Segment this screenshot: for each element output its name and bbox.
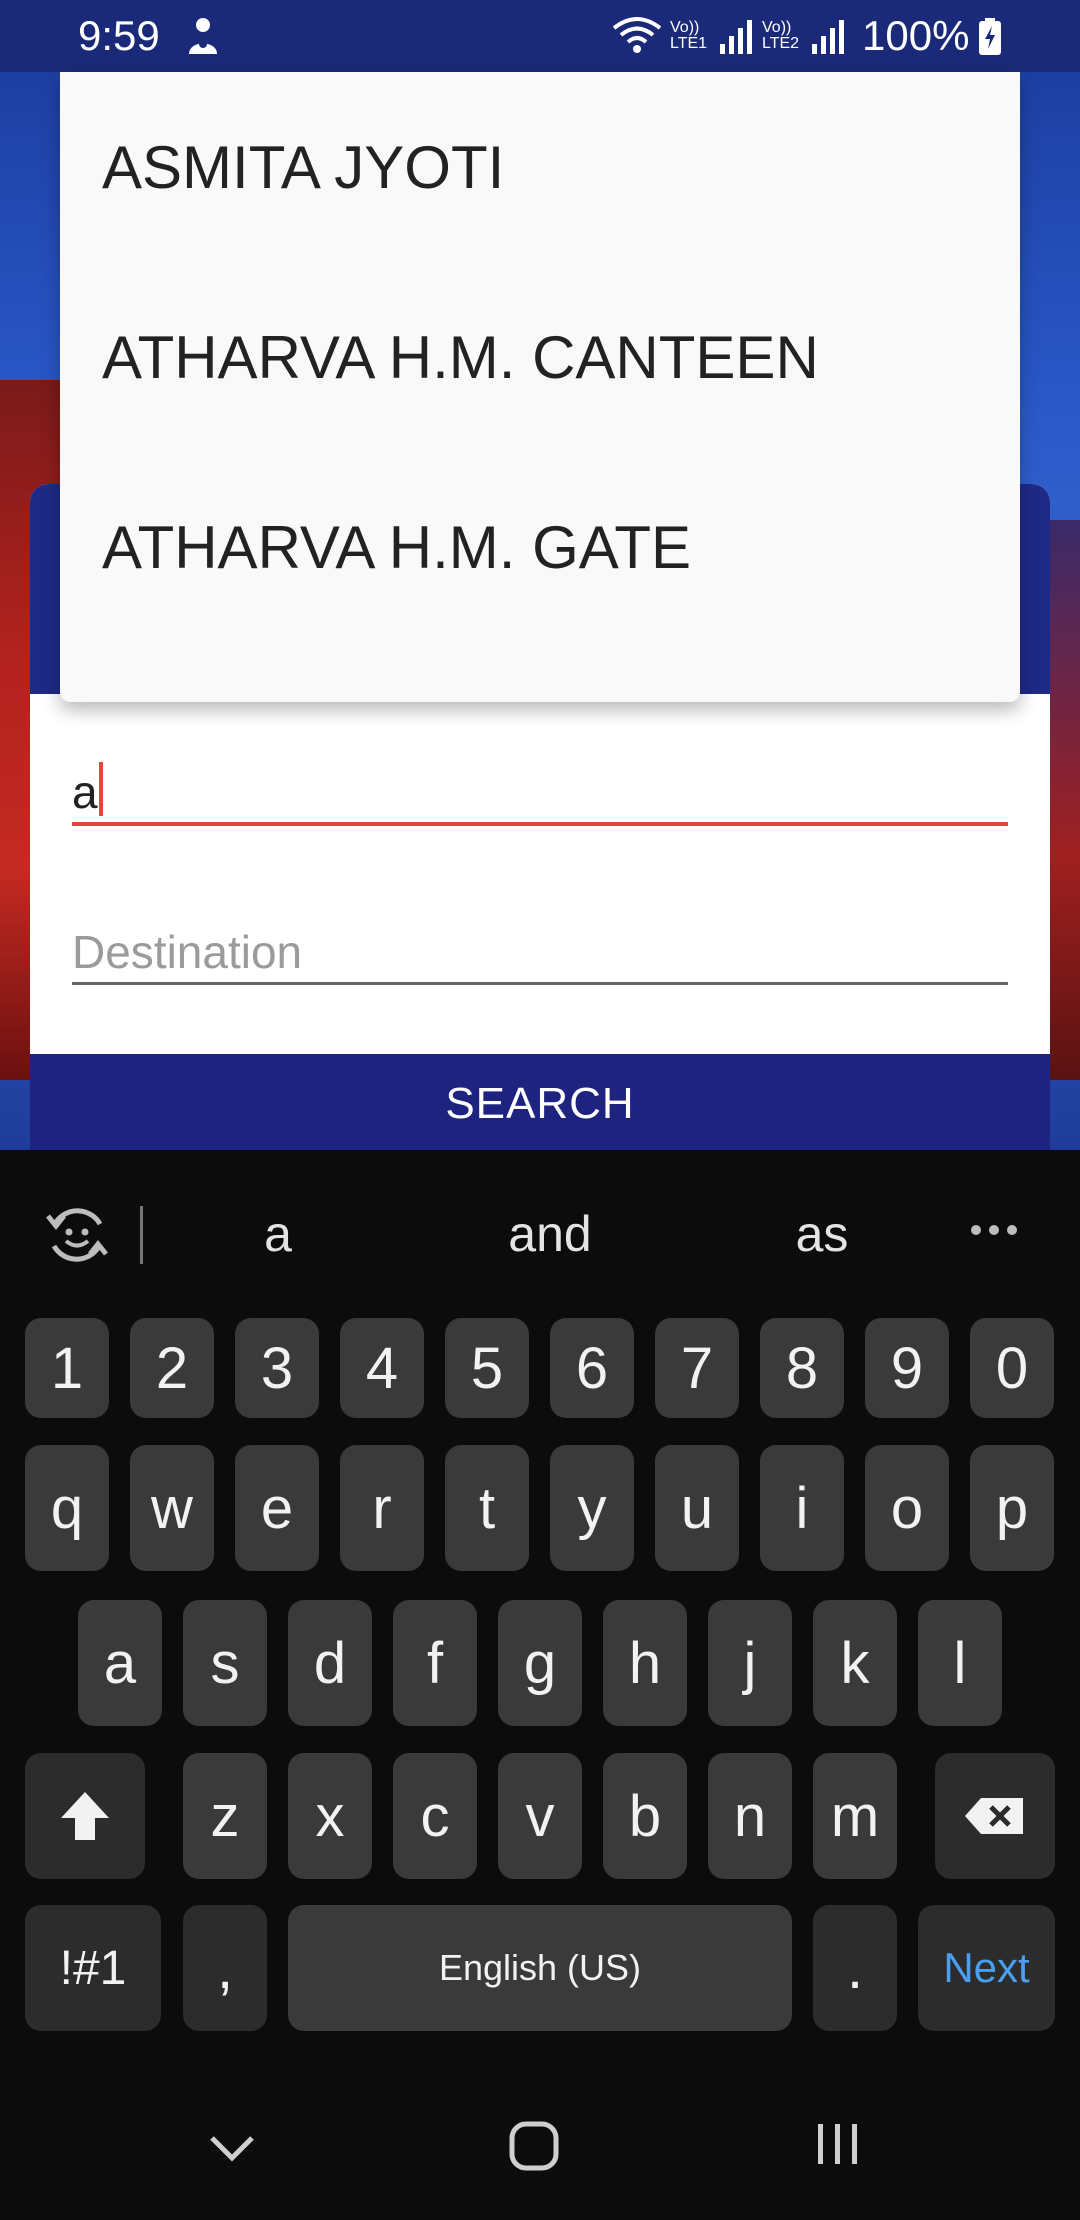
status-icons: Vo)) LTE1 Vo)) LTE2 — [612, 12, 846, 60]
destination-input[interactable] — [72, 924, 1008, 980]
suggestion-item[interactable]: ATHARVA H.M. GATE — [60, 452, 1020, 642]
key-l[interactable]: l — [918, 1600, 1002, 1726]
navigation-bar — [0, 2050, 1080, 2220]
key-o[interactable]: o — [865, 1445, 949, 1571]
source-input[interactable] — [72, 764, 1008, 820]
suggestion-item[interactable]: ASMITA JYOTI — [60, 72, 1020, 262]
key-u[interactable]: u — [655, 1445, 739, 1571]
keyboard-suggestion-bar: a and as — [0, 1150, 1080, 1310]
sim2-label: Vo)) LTE2 — [762, 19, 800, 52]
key-s[interactable]: s — [183, 1600, 267, 1726]
key-t[interactable]: t — [445, 1445, 529, 1571]
key-6[interactable]: 6 — [550, 1318, 634, 1418]
status-bar: 9:59 Vo)) LTE1 Vo)) LTE2 100% — [0, 0, 1080, 72]
space-key[interactable]: English (US) — [288, 1905, 792, 2031]
suggestion-item[interactable]: ATHARVA H.M. CANTEEN — [60, 262, 1020, 452]
sim1-label: Vo)) LTE1 — [670, 19, 708, 52]
toolbar-divider — [140, 1206, 143, 1264]
key-z[interactable]: z — [183, 1753, 267, 1879]
emoji-refresh-icon[interactable] — [44, 1202, 110, 1268]
key-b[interactable]: b — [603, 1753, 687, 1879]
source-field[interactable] — [72, 756, 1008, 826]
shift-icon — [61, 1792, 109, 1840]
key-8[interactable]: 8 — [760, 1318, 844, 1418]
nav-home-icon[interactable] — [508, 2120, 560, 2172]
key-1[interactable]: 1 — [25, 1318, 109, 1418]
key-y[interactable]: y — [550, 1445, 634, 1571]
key-7[interactable]: 7 — [655, 1318, 739, 1418]
person-icon — [189, 18, 217, 54]
destination-field[interactable] — [72, 916, 1008, 985]
word-suggestion[interactable]: and — [450, 1205, 650, 1263]
key-r[interactable]: r — [340, 1445, 424, 1571]
key-f[interactable]: f — [393, 1600, 477, 1726]
key-q[interactable]: q — [25, 1445, 109, 1571]
key-v[interactable]: v — [498, 1753, 582, 1879]
status-time: 9:59 — [78, 12, 160, 59]
key-0[interactable]: 0 — [970, 1318, 1054, 1418]
autocomplete-dropdown: ASMITA JYOTI ATHARVA H.M. CANTEEN ATHARV… — [60, 72, 1020, 702]
key-i[interactable]: i — [760, 1445, 844, 1571]
next-key[interactable]: Next — [918, 1905, 1055, 2031]
key-d[interactable]: d — [288, 1600, 372, 1726]
key-e[interactable]: e — [235, 1445, 319, 1571]
text-cursor — [99, 762, 103, 816]
backspace-icon — [965, 1798, 1023, 1834]
period-key[interactable]: . — [813, 1905, 897, 2031]
key-4[interactable]: 4 — [340, 1318, 424, 1418]
word-suggestion[interactable]: a — [178, 1205, 378, 1263]
key-p[interactable]: p — [970, 1445, 1054, 1571]
word-suggestion[interactable]: as — [722, 1205, 922, 1263]
key-9[interactable]: 9 — [865, 1318, 949, 1418]
symbols-key[interactable]: !#1 — [25, 1905, 161, 2031]
search-button[interactable]: SEARCH — [30, 1054, 1050, 1150]
key-5[interactable]: 5 — [445, 1318, 529, 1418]
key-3[interactable]: 3 — [235, 1318, 319, 1418]
key-n[interactable]: n — [708, 1753, 792, 1879]
battery-percentage: 100% — [862, 12, 970, 59]
key-2[interactable]: 2 — [130, 1318, 214, 1418]
key-w[interactable]: w — [130, 1445, 214, 1571]
key-a[interactable]: a — [78, 1600, 162, 1726]
key-j[interactable]: j — [708, 1600, 792, 1726]
more-icon[interactable] — [968, 1220, 1020, 1240]
battery-icon — [979, 18, 1001, 55]
key-g[interactable]: g — [498, 1600, 582, 1726]
backspace-key[interactable] — [935, 1753, 1055, 1879]
key-x[interactable]: x — [288, 1753, 372, 1879]
shift-key[interactable] — [25, 1753, 145, 1879]
nav-back-icon[interactable] — [208, 2134, 256, 2162]
signal-icon — [720, 20, 752, 54]
key-h[interactable]: h — [603, 1600, 687, 1726]
wifi-icon — [612, 17, 662, 53]
key-m[interactable]: m — [813, 1753, 897, 1879]
signal-icon — [812, 20, 844, 54]
comma-key[interactable]: , — [183, 1905, 267, 2031]
nav-recents-icon[interactable] — [814, 2120, 862, 2168]
key-c[interactable]: c — [393, 1753, 477, 1879]
key-k[interactable]: k — [813, 1600, 897, 1726]
